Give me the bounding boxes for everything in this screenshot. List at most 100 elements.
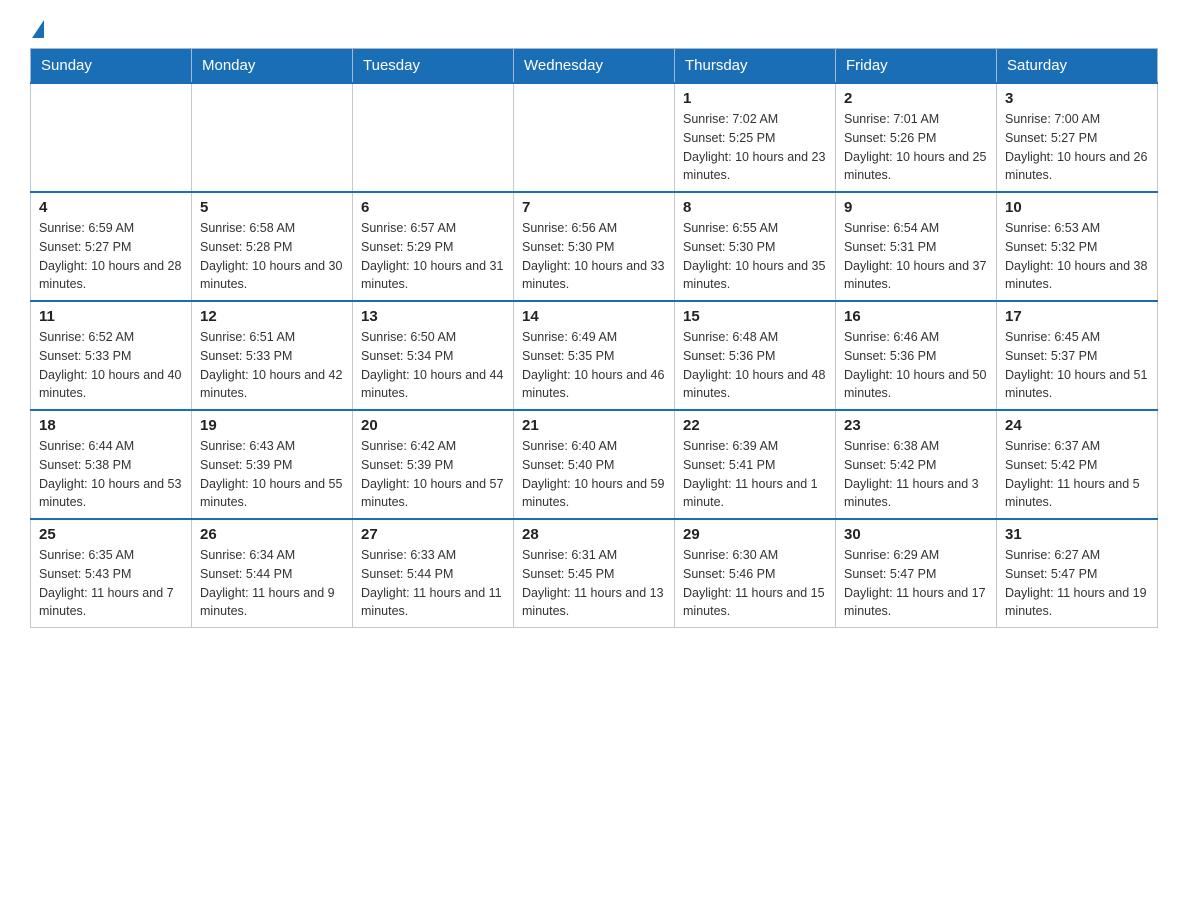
day-number: 16 [844,308,988,325]
day-number: 1 [683,90,827,107]
day-number: 4 [39,199,183,216]
day-info: Sunrise: 6:43 AMSunset: 5:39 PMDaylight:… [200,437,344,512]
calendar-cell: 7 Sunrise: 6:56 AMSunset: 5:30 PMDaylight… [514,192,675,301]
weekday-header-friday: Friday [836,49,997,84]
calendar-cell: 11 Sunrise: 6:52 AMSunset: 5:33 PMDayligh… [31,301,192,410]
logo [30,20,44,38]
calendar-cell: 15Sunrise: 6:48 AMSunset: 5:36 PMDayligh… [675,301,836,410]
day-number: 10 [1005,199,1149,216]
calendar-cell: 28Sunrise: 6:31 AMSunset: 5:45 PMDayligh… [514,519,675,628]
calendar-cell: 21Sunrise: 6:40 AMSunset: 5:40 PMDayligh… [514,410,675,519]
day-number: 13 [361,308,505,325]
day-info: Sunrise: 6:33 AMSunset: 5:44 PMDaylight:… [361,546,505,621]
day-info: Sunrise: 6:56 AMSunset: 5:30 PMDaylight:… [522,219,666,294]
calendar-table: SundayMondayTuesdayWednesdayThursdayFrid… [30,48,1158,628]
calendar-cell: 14 Sunrise: 6:49 AMSunset: 5:35 PMDayligh… [514,301,675,410]
calendar-cell: 9 Sunrise: 6:54 AMSunset: 5:31 PMDaylight… [836,192,997,301]
calendar-week-row: 1Sunrise: 7:02 AMSunset: 5:25 PMDaylight… [31,83,1158,192]
day-info: Sunrise: 6:29 AMSunset: 5:47 PMDaylight:… [844,546,988,621]
day-info: Sunrise: 6:58 AMSunset: 5:28 PMDaylight:… [200,219,344,294]
calendar-cell: 17 Sunrise: 6:45 AMSunset: 5:37 PMDayligh… [997,301,1158,410]
day-number: 11 [39,308,183,325]
weekday-header-saturday: Saturday [997,49,1158,84]
day-number: 19 [200,417,344,434]
calendar-cell: 23 Sunrise: 6:38 AMSunset: 5:42 PMDayligh… [836,410,997,519]
calendar-cell: 27 Sunrise: 6:33 AMSunset: 5:44 PMDayligh… [353,519,514,628]
day-info: Sunrise: 6:37 AMSunset: 5:42 PMDaylight:… [1005,437,1149,512]
day-info: Sunrise: 7:00 AMSunset: 5:27 PMDaylight:… [1005,110,1149,185]
calendar-cell: 22 Sunrise: 6:39 AMSunset: 5:41 PMDayligh… [675,410,836,519]
calendar-cell: 6Sunrise: 6:57 AMSunset: 5:29 PMDaylight… [353,192,514,301]
day-number: 9 [844,199,988,216]
weekday-header-row: SundayMondayTuesdayWednesdayThursdayFrid… [31,49,1158,84]
calendar-cell: 13 Sunrise: 6:50 AMSunset: 5:34 PMDayligh… [353,301,514,410]
day-info: Sunrise: 6:50 AMSunset: 5:34 PMDaylight:… [361,328,505,403]
calendar-cell: 16 Sunrise: 6:46 AMSunset: 5:36 PMDayligh… [836,301,997,410]
day-info: Sunrise: 6:46 AMSunset: 5:36 PMDaylight:… [844,328,988,403]
day-info: Sunrise: 6:49 AMSunset: 5:35 PMDaylight:… [522,328,666,403]
day-number: 28 [522,526,666,543]
day-info: Sunrise: 7:01 AMSunset: 5:26 PMDaylight:… [844,110,988,185]
day-info: Sunrise: 6:30 AMSunset: 5:46 PMDaylight:… [683,546,827,621]
calendar-cell [31,83,192,192]
day-info: Sunrise: 6:57 AMSunset: 5:29 PMDaylight:… [361,219,505,294]
weekday-header-sunday: Sunday [31,49,192,84]
day-number: 3 [1005,90,1149,107]
calendar-week-row: 4Sunrise: 6:59 AMSunset: 5:27 PMDaylight… [31,192,1158,301]
calendar-week-row: 25Sunrise: 6:35 AMSunset: 5:43 PMDayligh… [31,519,1158,628]
day-info: Sunrise: 6:27 AMSunset: 5:47 PMDaylight:… [1005,546,1149,621]
day-info: Sunrise: 6:51 AMSunset: 5:33 PMDaylight:… [200,328,344,403]
day-number: 22 [683,417,827,434]
day-info: Sunrise: 6:52 AMSunset: 5:33 PMDaylight:… [39,328,183,403]
calendar-body: 1Sunrise: 7:02 AMSunset: 5:25 PMDaylight… [31,83,1158,628]
calendar-cell: 25Sunrise: 6:35 AMSunset: 5:43 PMDayligh… [31,519,192,628]
day-info: Sunrise: 6:38 AMSunset: 5:42 PMDaylight:… [844,437,988,512]
calendar-cell: 2 Sunrise: 7:01 AMSunset: 5:26 PMDaylight… [836,83,997,192]
calendar-cell: 31 Sunrise: 6:27 AMSunset: 5:47 PMDayligh… [997,519,1158,628]
day-number: 30 [844,526,988,543]
day-number: 5 [200,199,344,216]
calendar-cell: 8 Sunrise: 6:55 AMSunset: 5:30 PMDaylight… [675,192,836,301]
calendar-cell: 5 Sunrise: 6:58 AMSunset: 5:28 PMDaylight… [192,192,353,301]
day-number: 27 [361,526,505,543]
logo-triangle-icon [32,20,44,38]
day-info: Sunrise: 6:34 AMSunset: 5:44 PMDaylight:… [200,546,344,621]
day-number: 26 [200,526,344,543]
day-info: Sunrise: 6:54 AMSunset: 5:31 PMDaylight:… [844,219,988,294]
day-number: 20 [361,417,505,434]
day-number: 23 [844,417,988,434]
day-info: Sunrise: 6:55 AMSunset: 5:30 PMDaylight:… [683,219,827,294]
day-number: 2 [844,90,988,107]
day-number: 29 [683,526,827,543]
calendar-cell: 30 Sunrise: 6:29 AMSunset: 5:47 PMDayligh… [836,519,997,628]
day-number: 31 [1005,526,1149,543]
day-number: 12 [200,308,344,325]
day-info: Sunrise: 6:53 AMSunset: 5:32 PMDaylight:… [1005,219,1149,294]
calendar-cell: 19 Sunrise: 6:43 AMSunset: 5:39 PMDayligh… [192,410,353,519]
calendar-cell: 20Sunrise: 6:42 AMSunset: 5:39 PMDayligh… [353,410,514,519]
day-number: 25 [39,526,183,543]
calendar-cell: 12 Sunrise: 6:51 AMSunset: 5:33 PMDayligh… [192,301,353,410]
calendar-cell [192,83,353,192]
day-number: 7 [522,199,666,216]
day-number: 15 [683,308,827,325]
day-number: 8 [683,199,827,216]
weekday-header-monday: Monday [192,49,353,84]
day-number: 17 [1005,308,1149,325]
weekday-header-thursday: Thursday [675,49,836,84]
calendar-week-row: 18Sunrise: 6:44 AMSunset: 5:38 PMDayligh… [31,410,1158,519]
day-number: 21 [522,417,666,434]
weekday-header-tuesday: Tuesday [353,49,514,84]
page-header [30,20,1158,38]
calendar-cell: 3 Sunrise: 7:00 AMSunset: 5:27 PMDaylight… [997,83,1158,192]
calendar-cell: 29 Sunrise: 6:30 AMSunset: 5:46 PMDayligh… [675,519,836,628]
calendar-cell: 18Sunrise: 6:44 AMSunset: 5:38 PMDayligh… [31,410,192,519]
calendar-cell: 10 Sunrise: 6:53 AMSunset: 5:32 PMDayligh… [997,192,1158,301]
day-info: Sunrise: 6:45 AMSunset: 5:37 PMDaylight:… [1005,328,1149,403]
day-number: 18 [39,417,183,434]
calendar-header: SundayMondayTuesdayWednesdayThursdayFrid… [31,49,1158,84]
day-number: 14 [522,308,666,325]
calendar-cell: 26 Sunrise: 6:34 AMSunset: 5:44 PMDayligh… [192,519,353,628]
day-info: Sunrise: 6:39 AMSunset: 5:41 PMDaylight:… [683,437,827,512]
calendar-week-row: 11 Sunrise: 6:52 AMSunset: 5:33 PMDayligh… [31,301,1158,410]
